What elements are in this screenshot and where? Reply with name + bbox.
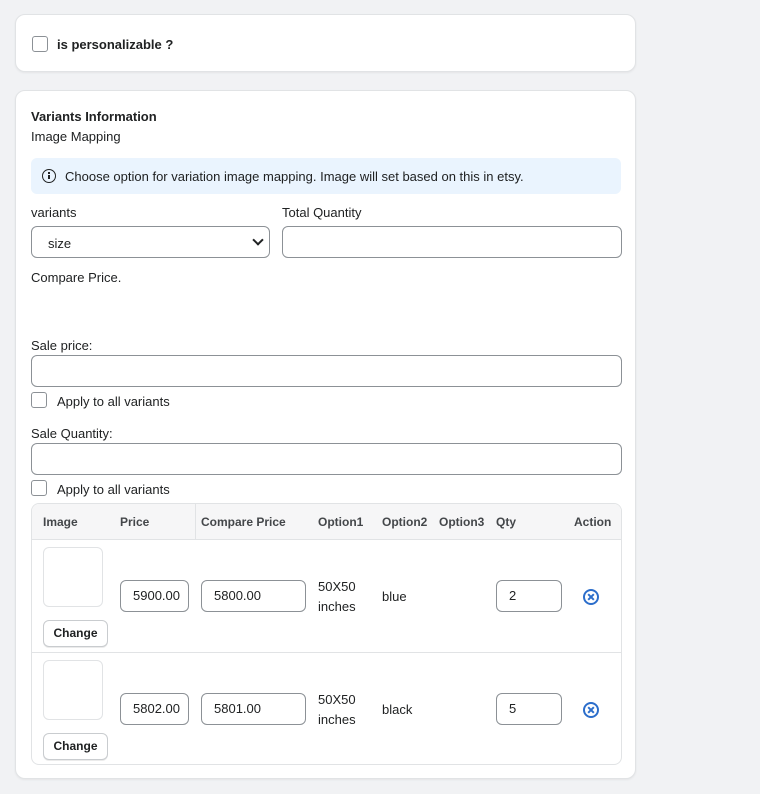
table-row: Change 5802.00 5801.00 50X50 inches blac…: [32, 653, 621, 764]
header-divider: [195, 504, 196, 540]
header-qty: Qty: [496, 515, 517, 529]
compare-price-label: Compare Price.: [31, 270, 122, 285]
option1-value-line2: inches: [318, 712, 356, 727]
remove-variant-icon[interactable]: [583, 702, 599, 718]
header-option1: Option1: [318, 515, 364, 529]
variants-select[interactable]: size: [31, 226, 270, 258]
apply-all-sale-price-checkbox[interactable]: [31, 392, 47, 408]
apply-all-sale-price-label: Apply to all variants: [57, 394, 170, 409]
chevron-down-icon: [252, 234, 264, 246]
sale-price-label: Sale price:: [31, 338, 93, 353]
personalize-label: is personalizable ?: [57, 37, 174, 52]
option1-value-line1: 50X50: [318, 692, 356, 707]
info-icon: [42, 169, 56, 183]
apply-all-sale-quantity-label: Apply to all variants: [57, 482, 170, 497]
variant-image-placeholder[interactable]: [43, 660, 103, 720]
header-price: Price: [120, 515, 150, 529]
option1-value-line2: inches: [318, 599, 356, 614]
header-compare-price: Compare Price: [201, 515, 286, 529]
price-input[interactable]: 5900.00: [120, 580, 189, 612]
qty-input[interactable]: 2: [496, 580, 562, 612]
compare-price-input[interactable]: 5800.00: [201, 580, 306, 612]
header-image: Image: [43, 515, 78, 529]
header-action: Action: [574, 515, 612, 529]
variants-card: Variants Information Image Mapping Choos…: [15, 90, 636, 779]
compare-price-input[interactable]: 5801.00: [201, 693, 306, 725]
variants-label: variants: [31, 205, 77, 220]
sale-quantity-input[interactable]: [31, 443, 622, 475]
option2-value: blue: [382, 589, 407, 604]
change-image-button[interactable]: Change: [43, 620, 108, 647]
sale-price-input[interactable]: [31, 355, 622, 387]
table-header: Image Price Compare Price Option1 Option…: [32, 504, 621, 540]
total-quantity-label: Total Quantity: [282, 205, 362, 220]
header-option2: Option2: [382, 515, 428, 529]
option2-value: black: [382, 702, 413, 717]
info-banner-text: Choose option for variation image mappin…: [65, 169, 524, 184]
variants-title: Variants Information: [31, 109, 157, 124]
header-option3: Option3: [439, 515, 485, 529]
apply-all-sale-quantity-checkbox[interactable]: [31, 480, 47, 496]
personalize-checkbox[interactable]: [32, 36, 48, 52]
variants-select-value: size: [48, 236, 72, 251]
total-quantity-input[interactable]: [282, 226, 622, 258]
variant-image-placeholder[interactable]: [43, 547, 103, 607]
info-banner: Choose option for variation image mappin…: [31, 158, 621, 194]
sale-quantity-label: Sale Quantity:: [31, 426, 113, 441]
personalize-card: is personalizable ?: [15, 14, 636, 72]
change-image-button[interactable]: Change: [43, 733, 108, 760]
option1-value-line1: 50X50: [318, 579, 356, 594]
table-row: Change 5900.00 5800.00 50X50 inches blue…: [32, 540, 621, 653]
variants-table: Image Price Compare Price Option1 Option…: [31, 503, 622, 765]
remove-variant-icon[interactable]: [583, 589, 599, 605]
qty-input[interactable]: 5: [496, 693, 562, 725]
image-mapping-label: Image Mapping: [31, 129, 121, 144]
price-input[interactable]: 5802.00: [120, 693, 189, 725]
